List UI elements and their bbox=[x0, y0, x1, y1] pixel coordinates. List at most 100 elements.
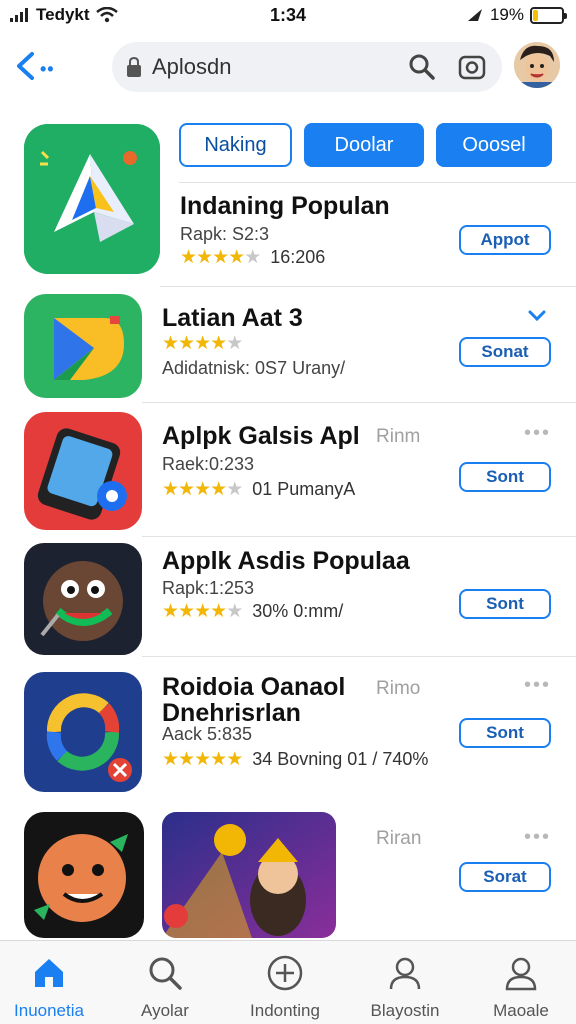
rating-text: 34 Bovning 01 / 740% bbox=[252, 749, 429, 769]
app-rank: Aack 5:835 bbox=[162, 724, 253, 744]
battery-icon bbox=[530, 6, 567, 24]
tab-doolar[interactable]: Doolar bbox=[304, 123, 424, 167]
star-filled-icon: ★ bbox=[178, 749, 195, 770]
more-icon[interactable]: ••• bbox=[524, 674, 551, 697]
nav-label: Maoale bbox=[493, 1001, 549, 1020]
star-filled-icon: ★ bbox=[194, 601, 211, 622]
nav-home[interactable]: Inuonetia bbox=[0, 949, 104, 1020]
star-filled-icon: ★ bbox=[162, 333, 179, 354]
app-title-line2: Dnehrisrlan bbox=[162, 699, 301, 727]
nav-people[interactable]: Blayostin bbox=[350, 949, 460, 1020]
install-button[interactable]: Sorat bbox=[459, 862, 551, 892]
search-bar[interactable] bbox=[112, 42, 502, 92]
more-icon[interactable]: ••• bbox=[524, 826, 551, 849]
install-button[interactable]: Sont bbox=[459, 462, 551, 492]
bottom-nav: Inuonetia Ayolar Indonting Blayostin Mao… bbox=[0, 940, 576, 1024]
chevron-left-icon bbox=[17, 52, 34, 80]
install-button[interactable]: Sonat bbox=[459, 337, 551, 367]
divider bbox=[142, 656, 576, 657]
star-filled-icon: ★ bbox=[194, 333, 211, 354]
app-icon-3[interactable] bbox=[24, 412, 142, 530]
app-tag: Rinm bbox=[376, 426, 421, 447]
battery-percent: 19% bbox=[489, 5, 524, 24]
star-filled-icon: ★ bbox=[210, 749, 227, 770]
lock-icon bbox=[127, 56, 141, 77]
nav-label: Blayostin bbox=[370, 1001, 440, 1020]
rating-stars: ★★★★★ 30% 0:mm/ bbox=[162, 600, 343, 623]
game-preview-image bbox=[162, 812, 336, 938]
phone-icon bbox=[24, 412, 142, 530]
app-rank: Raek:0:233 bbox=[162, 454, 255, 474]
star-empty-icon: ★ bbox=[226, 479, 243, 500]
star-empty-icon: ★ bbox=[226, 601, 243, 622]
star-filled-icon: ★ bbox=[210, 601, 227, 622]
rating-text: 30% 0:mm/ bbox=[252, 601, 344, 621]
star-group: ★★★★★ bbox=[162, 333, 243, 354]
sync-arrow-icon bbox=[24, 672, 142, 792]
tab-naking[interactable]: Naking bbox=[179, 123, 292, 167]
monster-character-icon bbox=[24, 543, 142, 655]
star-group: ★★★★★ bbox=[162, 601, 243, 622]
back-dots-icon: •• bbox=[40, 58, 55, 79]
status-right: 19% bbox=[466, 5, 567, 25]
nav-profile[interactable]: Maoale bbox=[466, 949, 576, 1020]
star-group: ★★★★★ bbox=[162, 749, 243, 770]
nav-search[interactable]: Ayolar bbox=[110, 949, 220, 1020]
star-empty-icon: ★ bbox=[244, 247, 261, 268]
folder-arrow-icon bbox=[24, 294, 142, 398]
divider bbox=[179, 182, 576, 183]
star-filled-icon: ★ bbox=[162, 749, 179, 770]
install-button[interactable]: Appot bbox=[459, 225, 551, 255]
search-icon bbox=[149, 957, 182, 990]
app-title[interactable]: Roidoia Oanaol Dnehrisrlan bbox=[162, 674, 345, 726]
star-group: ★★★★★ bbox=[180, 247, 261, 268]
rating-stars: ★★★★★ 34 Bovning 01 / 740% bbox=[162, 748, 428, 771]
status-bar: Tedykt 1:34 19% bbox=[0, 0, 576, 32]
avatar-image bbox=[514, 42, 560, 88]
app-title[interactable]: Aplpk Galsis Apl bbox=[162, 422, 360, 451]
install-button[interactable]: Sont bbox=[459, 589, 551, 619]
app-tag: Riran bbox=[376, 828, 422, 849]
back-button[interactable]: •• bbox=[14, 46, 74, 86]
nav-label: Indonting bbox=[250, 1001, 320, 1020]
star-empty-icon: ★ bbox=[226, 333, 243, 354]
star-filled-icon: ★ bbox=[178, 479, 195, 500]
rating-stars: ★★★★★ 16:206 bbox=[180, 246, 325, 269]
app-title[interactable]: Indaning Populan bbox=[180, 192, 390, 221]
app-icon-1[interactable] bbox=[24, 124, 160, 274]
star-filled-icon: ★ bbox=[194, 749, 211, 770]
cartoon-face-icon bbox=[24, 812, 144, 938]
triangle-logo-icon bbox=[24, 124, 160, 274]
star-filled-icon: ★ bbox=[162, 601, 179, 622]
rating-stars: ★★★★★ 01 PumanyA bbox=[162, 478, 355, 501]
app-icon-6[interactable] bbox=[24, 812, 144, 938]
install-button[interactable]: Sont bbox=[459, 718, 551, 748]
nav-label: Inuonetia bbox=[14, 1001, 84, 1020]
app-icon-2[interactable] bbox=[24, 294, 142, 398]
nav-label: Ayolar bbox=[141, 1001, 189, 1020]
app-details: Adidatnisk: 0S7 Urany/ bbox=[162, 358, 346, 378]
app-screenshot[interactable] bbox=[162, 812, 336, 938]
star-filled-icon: ★ bbox=[178, 601, 195, 622]
app-title[interactable]: Applk Asdis Populaa bbox=[162, 547, 410, 576]
rating-stars: ★★★★★ bbox=[162, 332, 243, 355]
search-input[interactable] bbox=[152, 52, 392, 82]
tab-ooosel[interactable]: Ooosel bbox=[436, 123, 552, 167]
plus-circle-icon bbox=[267, 955, 303, 991]
chevron-down-icon[interactable] bbox=[528, 310, 546, 322]
camera-icon[interactable] bbox=[458, 53, 486, 81]
app-icon-5[interactable] bbox=[24, 672, 142, 792]
search-icon[interactable] bbox=[408, 53, 436, 81]
app-title[interactable]: Latian Aat 3 bbox=[162, 304, 303, 333]
rating-text: 16:206 bbox=[270, 247, 326, 267]
more-icon[interactable]: ••• bbox=[524, 422, 551, 445]
home-icon bbox=[35, 959, 63, 987]
divider bbox=[142, 402, 576, 403]
star-filled-icon: ★ bbox=[196, 247, 213, 268]
app-icon-4[interactable] bbox=[24, 543, 142, 655]
star-filled-icon: ★ bbox=[194, 479, 211, 500]
app-rank: Rapk: S2:3 bbox=[180, 224, 270, 244]
person-icon bbox=[389, 957, 421, 990]
nav-add[interactable]: Indonting bbox=[230, 949, 340, 1020]
avatar[interactable] bbox=[514, 42, 560, 88]
